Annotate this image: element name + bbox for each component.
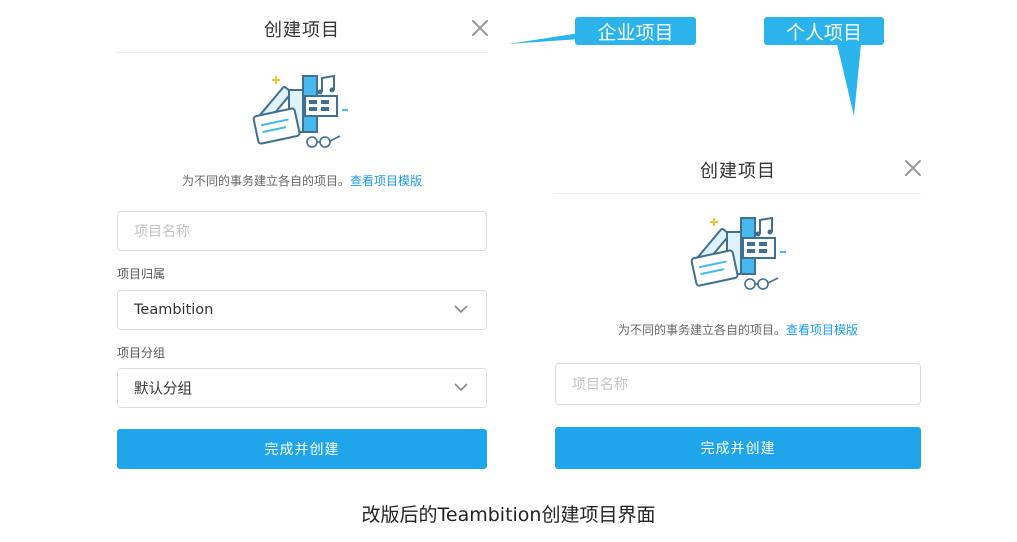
personal-callout: 个人项目 [764,17,884,45]
enterprise-callout: 企业项目 [575,17,696,45]
figure-caption: 改版后的Teambition创建项目界面 [361,504,656,526]
callout-pointers [508,33,861,116]
